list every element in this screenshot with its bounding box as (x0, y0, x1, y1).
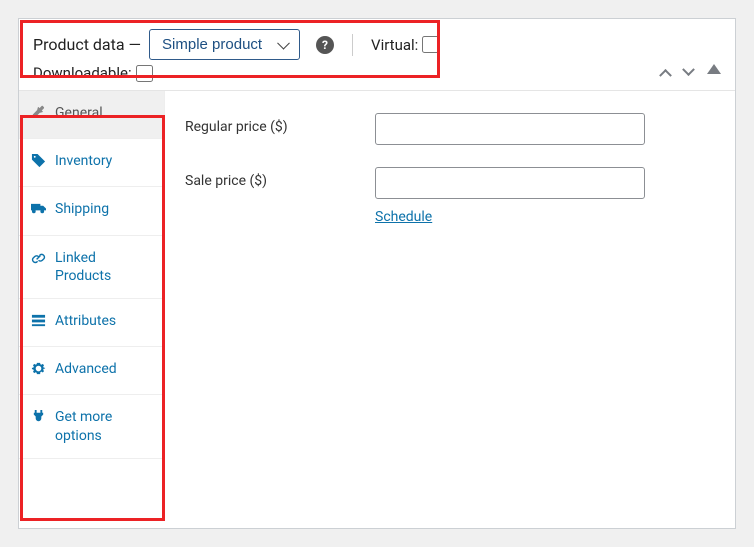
tab-attributes[interactable]: Attributes (19, 299, 164, 347)
gear-icon (31, 361, 47, 381)
virtual-checkbox-label[interactable]: Virtual: (371, 36, 439, 54)
tab-label: Advanced (55, 360, 117, 378)
divider (352, 34, 353, 56)
downloadable-checkbox-label[interactable]: Downloadable: (33, 64, 153, 82)
tab-shipping[interactable]: Shipping (19, 187, 164, 235)
tab-label: Get more options (55, 408, 152, 444)
panel-controls (661, 65, 721, 81)
tab-content-general: Regular price ($) Sale price ($) Schedul… (165, 91, 735, 507)
tab-label: Inventory (55, 152, 112, 170)
sale-price-input[interactable] (375, 167, 645, 199)
link-icon (31, 250, 47, 270)
panel-title: Product data — (33, 35, 141, 54)
panel-header: Product data — Simple product ? Virtual: (19, 19, 735, 62)
plug-icon (31, 409, 47, 429)
virtual-checkbox[interactable] (422, 36, 439, 53)
tab-advanced[interactable]: Advanced (19, 347, 164, 395)
downloadable-label-text: Downloadable: (33, 64, 132, 82)
tag-icon (31, 153, 47, 173)
sale-price-label: Sale price ($) (185, 167, 375, 189)
truck-icon (31, 201, 47, 221)
wrench-icon (31, 105, 47, 125)
regular-price-row: Regular price ($) (185, 113, 715, 145)
list-icon (31, 313, 47, 333)
product-data-panel: Product data — Simple product ? Virtual:… (18, 18, 736, 529)
chevron-down-icon (682, 63, 695, 76)
product-tabs-sidebar: General Inventory Shipping Linked Produc… (19, 91, 165, 507)
product-type-select[interactable]: Simple product (149, 29, 300, 60)
downloadable-checkbox[interactable] (136, 65, 153, 82)
virtual-label-text: Virtual: (371, 36, 418, 54)
tab-label: Shipping (55, 200, 109, 218)
tab-label: Attributes (55, 312, 116, 330)
schedule-link[interactable]: Schedule (375, 209, 432, 225)
help-icon[interactable]: ? (316, 36, 334, 54)
tab-linked-products[interactable]: Linked Products (19, 236, 164, 299)
panel-body: General Inventory Shipping Linked Produc… (19, 90, 735, 507)
tab-label: General (55, 104, 103, 122)
tab-get-more-options[interactable]: Get more options (19, 395, 164, 458)
move-up-button[interactable] (661, 65, 670, 81)
regular-price-label: Regular price ($) (185, 113, 375, 135)
tab-label: Linked Products (55, 249, 152, 285)
tab-general[interactable]: General (19, 91, 164, 139)
chevron-up-icon (659, 69, 672, 82)
regular-price-input[interactable] (375, 113, 645, 145)
collapse-button[interactable] (707, 65, 721, 81)
tab-inventory[interactable]: Inventory (19, 139, 164, 187)
triangle-up-icon (707, 64, 721, 74)
sale-price-row: Sale price ($) Schedule (185, 167, 715, 225)
move-down-button[interactable] (684, 65, 693, 81)
